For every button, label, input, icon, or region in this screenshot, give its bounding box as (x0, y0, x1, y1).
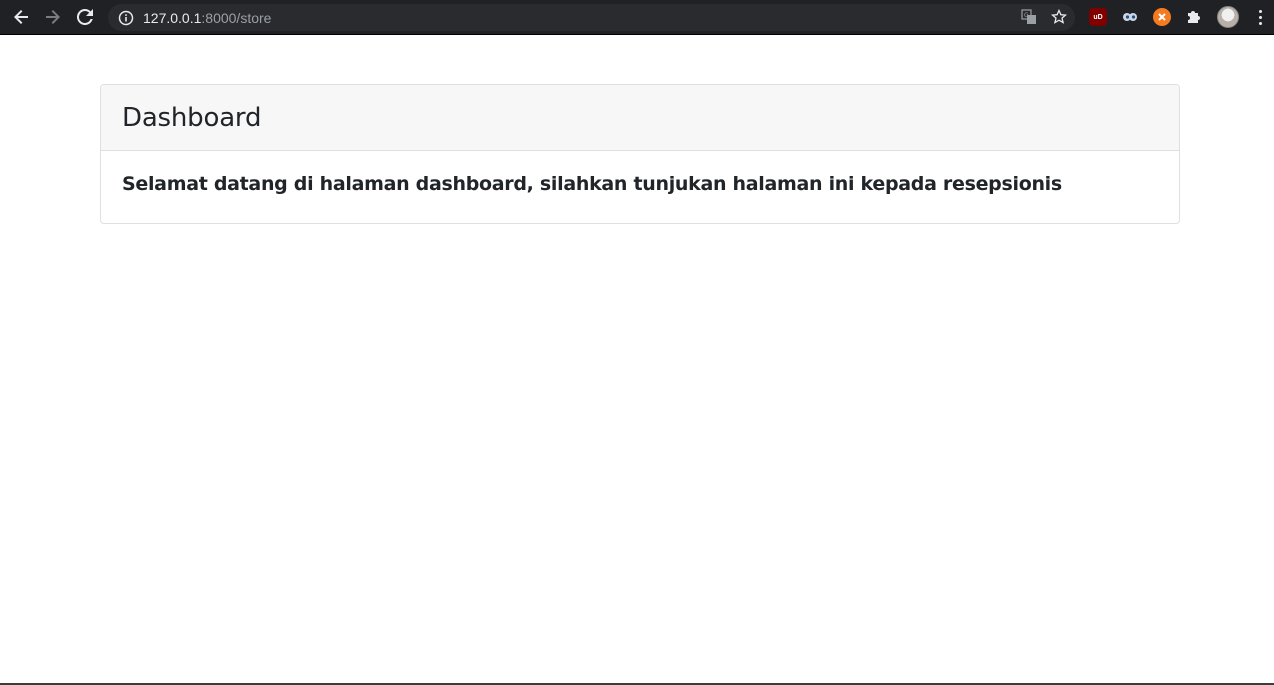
puzzle-icon[interactable] (1185, 8, 1203, 26)
star-icon[interactable] (1051, 9, 1067, 25)
menu-dot (1259, 9, 1262, 13)
url-text[interactable]: 127.0.0.1:8000/store (143, 10, 271, 26)
url-host: 127.0.0.1 (143, 9, 202, 26)
extensions-area: uD (1089, 6, 1262, 28)
forward-button[interactable] (42, 6, 64, 28)
address-bar[interactable]: 127.0.0.1:8000/store G (108, 4, 1075, 31)
back-button[interactable] (10, 6, 32, 28)
menu-dot (1259, 21, 1262, 25)
reload-icon (77, 9, 93, 25)
page-title: Dashboard (122, 102, 262, 133)
extension-icon[interactable] (1121, 8, 1139, 26)
arrow-left-icon (14, 10, 28, 24)
menu-dot (1259, 15, 1262, 19)
reload-button[interactable] (74, 6, 96, 28)
x-icon (1158, 13, 1166, 21)
welcome-message: Selamat datang di halaman dashboard, sil… (122, 173, 1062, 195)
card-header: Dashboard (101, 85, 1179, 151)
arrow-right-icon (46, 10, 60, 24)
info-icon[interactable] (118, 10, 134, 26)
dashboard-card: Dashboard Selamat datang di halaman dash… (100, 84, 1180, 224)
translate-icon[interactable]: G (1021, 9, 1037, 25)
extension-icon[interactable] (1153, 8, 1171, 26)
eyes-icon (1123, 13, 1137, 21)
url-path: :8000/store (201, 9, 272, 26)
svg-text:G: G (1024, 12, 1029, 19)
browser-toolbar: 127.0.0.1:8000/store G uD (0, 0, 1274, 35)
ublock-extension-icon[interactable]: uD (1089, 8, 1107, 26)
kebab-menu-icon[interactable] (1259, 9, 1262, 25)
card-body: Selamat datang di halaman dashboard, sil… (101, 151, 1179, 217)
profile-avatar[interactable] (1217, 6, 1239, 28)
